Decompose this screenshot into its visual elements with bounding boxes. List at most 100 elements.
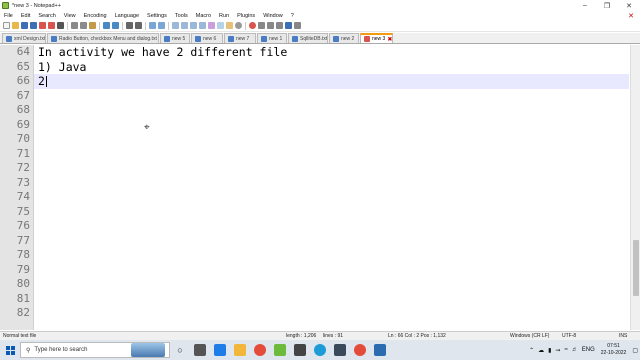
menu-settings[interactable]: Settings [143, 13, 171, 19]
volume-icon[interactable]: ♬ [572, 347, 578, 353]
menu-edit[interactable]: Edit [17, 13, 34, 19]
menu-view[interactable]: View [60, 13, 80, 19]
menu-help[interactable]: ? [287, 13, 298, 19]
editor-line[interactable] [34, 263, 629, 278]
zoom-in-icon[interactable] [149, 22, 156, 29]
chrome-profile-icon[interactable] [354, 344, 366, 356]
tab-new-7[interactable]: new 7 [224, 33, 256, 43]
save-macro-icon[interactable] [285, 22, 292, 29]
tab-new-1[interactable]: new 1 [257, 33, 287, 43]
menu-search[interactable]: Search [34, 13, 59, 19]
save-icon[interactable] [21, 22, 28, 29]
cut-icon[interactable] [71, 22, 78, 29]
task-view-icon[interactable] [194, 344, 206, 356]
editor-line[interactable] [34, 248, 629, 263]
editor-line[interactable]: In activity we have 2 different file [34, 45, 629, 60]
sync-scroll-icon[interactable] [172, 22, 179, 29]
monitor-icon[interactable] [235, 22, 242, 29]
abc-spellcheck-icon[interactable] [294, 22, 301, 29]
chat-app-icon[interactable] [374, 344, 386, 356]
chrome-icon[interactable] [254, 344, 266, 356]
tab-xml-design[interactable]: xml Design.txt [2, 33, 46, 43]
editor-line[interactable] [34, 118, 629, 133]
folder-workspace-icon[interactable] [226, 22, 233, 29]
editor-line[interactable] [34, 205, 629, 220]
current-line[interactable]: 2 [34, 74, 629, 89]
bluetooth-icon[interactable]: ⇝ [555, 347, 560, 354]
editor-line[interactable] [34, 219, 629, 234]
editor-line[interactable] [34, 234, 629, 249]
doc-map-icon[interactable] [208, 22, 215, 29]
editor-line[interactable] [34, 277, 629, 292]
menu-encoding[interactable]: Encoding [80, 13, 111, 19]
editor-line[interactable] [34, 147, 629, 162]
tab-new-5[interactable]: new 5 [160, 33, 190, 43]
zoom-out-icon[interactable] [158, 22, 165, 29]
monitor-app-icon[interactable] [334, 344, 346, 356]
editor-line[interactable] [34, 89, 629, 104]
chevron-up-icon[interactable]: ⌃ [529, 347, 534, 354]
edge-icon[interactable] [214, 344, 226, 356]
text-area[interactable]: In activity we have 2 different file 1) J… [34, 45, 629, 330]
editor-line[interactable] [34, 103, 629, 118]
taskbar-search-box[interactable]: ⚲ Type here to search [20, 342, 170, 358]
stop-macro-icon[interactable] [258, 22, 265, 29]
notepadpp-taskbar-icon[interactable] [274, 344, 286, 356]
battery-icon[interactable]: ▮ [548, 347, 551, 354]
tab-close-icon[interactable]: ✖ [387, 36, 392, 43]
minimize-button[interactable]: – [574, 0, 596, 11]
editor-line[interactable] [34, 176, 629, 191]
cortana-icon[interactable]: ○ [174, 344, 186, 356]
find-icon[interactable] [126, 22, 133, 29]
function-list-icon[interactable] [217, 22, 224, 29]
menu-window[interactable]: Window [259, 13, 287, 19]
close-button[interactable]: ✕ [618, 0, 640, 11]
menu-file[interactable]: File [0, 13, 17, 19]
editor-line[interactable] [34, 132, 629, 147]
menu-run[interactable]: Run [215, 13, 233, 19]
editor-line[interactable] [34, 190, 629, 205]
wrap-icon[interactable] [181, 22, 188, 29]
menu-plugins[interactable]: Plugins [233, 13, 259, 19]
menu-language[interactable]: Language [111, 13, 143, 19]
start-button[interactable] [0, 340, 20, 360]
close-file-icon[interactable] [39, 22, 46, 29]
maximize-button[interactable]: ❐ [596, 0, 618, 11]
notification-icon[interactable]: ▢ [632, 347, 638, 354]
skype-icon[interactable] [314, 344, 326, 356]
scrollbar-thumb[interactable] [633, 240, 639, 296]
tab-new-6[interactable]: new 6 [191, 33, 223, 43]
print-icon[interactable] [57, 22, 64, 29]
close-document-icon[interactable]: ✕ [622, 12, 640, 20]
cloud-icon[interactable]: ☁ [538, 347, 544, 354]
editor[interactable]: 64 65 66 67 68 69 70 71 72 73 74 75 76 77 78 79 80 81 82 I… [0, 45, 640, 330]
wifi-icon[interactable]: ≈ [564, 347, 567, 353]
redo-icon[interactable] [112, 22, 119, 29]
close-all-icon[interactable] [48, 22, 55, 29]
open-file-icon[interactable] [12, 22, 19, 29]
undo-icon[interactable] [103, 22, 110, 29]
paste-icon[interactable] [89, 22, 96, 29]
vertical-scrollbar[interactable] [630, 45, 640, 330]
camera-app-icon[interactable] [294, 344, 306, 356]
tab-new-3[interactable]: new 3 ✖ [360, 33, 393, 43]
run-macro-multiple-icon[interactable] [276, 22, 283, 29]
indent-guide-icon[interactable] [199, 22, 206, 29]
copy-icon[interactable] [80, 22, 87, 29]
record-macro-icon[interactable] [249, 22, 256, 29]
play-macro-icon[interactable] [267, 22, 274, 29]
language-indicator[interactable]: ENG [582, 347, 595, 353]
save-all-icon[interactable] [30, 22, 37, 29]
show-all-chars-icon[interactable] [190, 22, 197, 29]
editor-line[interactable] [34, 292, 629, 307]
new-file-icon[interactable] [3, 22, 10, 29]
menu-macro[interactable]: Macro [192, 13, 215, 19]
clock[interactable]: 07:51 22-10-2022 [601, 343, 627, 357]
editor-line[interactable] [34, 161, 629, 176]
file-explorer-icon[interactable] [234, 344, 246, 356]
tab-new-2[interactable]: new 2 [329, 33, 359, 43]
editor-line[interactable]: 1) Java [34, 60, 629, 75]
menu-tools[interactable]: Tools [171, 13, 192, 19]
tab-sqllitedb[interactable]: SqlliteDB.txt [288, 33, 328, 43]
editor-line[interactable] [34, 306, 629, 321]
